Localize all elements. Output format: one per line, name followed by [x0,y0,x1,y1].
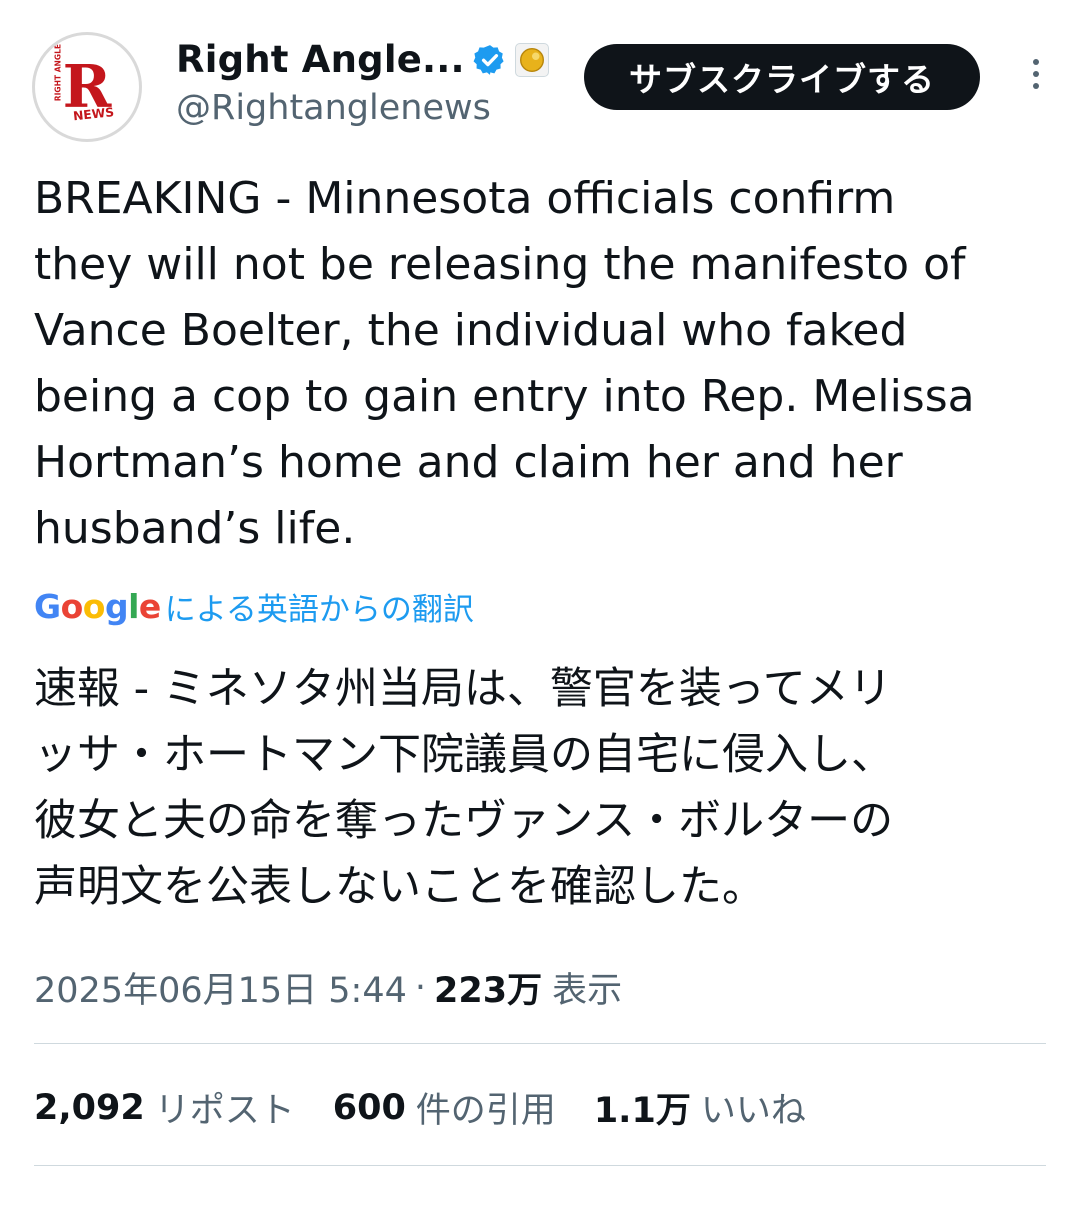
right-angle-news-logo: R RIGHT ANGLE NEWS [37,37,137,137]
google-logo: Google [34,587,161,626]
timestamp[interactable]: 2025年06月15日 5:44 [34,962,407,1013]
quotes-count[interactable]: 600 [333,1088,406,1128]
verified-badge-icon [473,43,507,77]
divider [34,1043,1046,1044]
tweet-text: BREAKING - Minnesota officials confirm t… [34,173,975,554]
views-label: 表示 [552,971,623,1011]
tweet-meta: 2025年06月15日 5:44 · 223万 表示 [34,962,622,1013]
subscribe-button[interactable]: サブスクライブする [584,44,980,110]
svg-text:RIGHT ANGLE: RIGHT ANGLE [54,44,63,101]
divider [34,1165,1046,1166]
engagement-stats: 2,092 リポスト 600 件の引用 1.1万 いいね [34,1082,844,1133]
views-count: 223万 [434,971,543,1011]
user-handle[interactable]: @Rightanglenews [176,88,491,128]
quotes-label[interactable]: 件の引用 [416,1082,556,1133]
reposts-label[interactable]: リポスト [155,1082,295,1133]
more-vertical-icon[interactable] [1022,54,1050,102]
translation-label[interactable]: による英語からの翻訳 [165,584,474,629]
likes-label[interactable]: いいね [701,1082,806,1133]
tweet-header: R RIGHT ANGLE NEWS Right Angle... @Right… [32,30,1050,142]
translated-text: 速報 - ミネソタ州当局は、警官を装ってメリ ッサ・ホートマン下院議員の自宅に侵… [34,664,894,912]
meta-separator: · [414,967,427,1008]
display-name[interactable]: Right Angle... [176,38,465,81]
reposts-count[interactable]: 2,092 [34,1088,145,1128]
avatar[interactable]: R RIGHT ANGLE NEWS [32,32,142,142]
affiliate-badge-icon [514,42,549,77]
likes-count[interactable]: 1.1万 [594,1082,691,1133]
name-row: Right Angle... [176,38,549,81]
translation-attribution[interactable]: Google による英語からの翻訳 [34,584,474,629]
